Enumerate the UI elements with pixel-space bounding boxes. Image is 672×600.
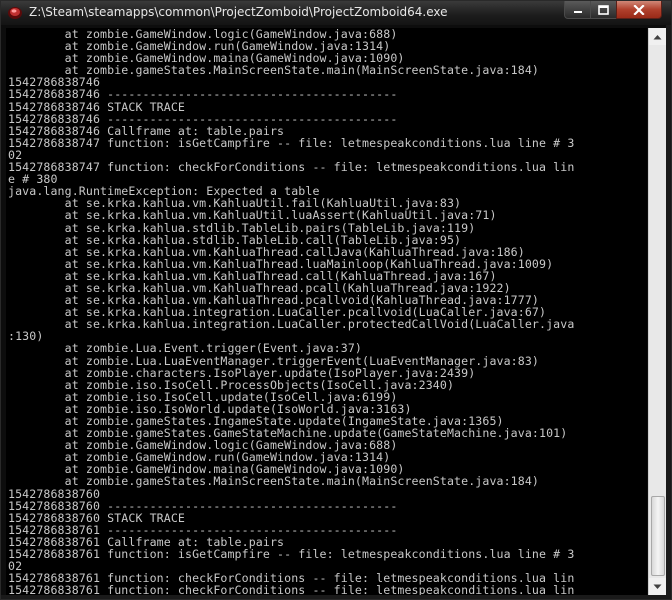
window-title: Z:\Steam\steamapps\common\ProjectZomboid… (29, 5, 448, 19)
close-icon (633, 4, 645, 15)
console-line: at se.krka.kahlua.stdlib.TableLib.pairs(… (8, 220, 476, 235)
vertical-scrollbar[interactable] (648, 28, 666, 595)
console-line: 1542786838760 --------------------------… (8, 498, 398, 513)
console-line: 1542786838761 function: isGetCampfire --… (8, 547, 575, 562)
console-area[interactable]: at zombie.GameWindow.logic(GameWindow.ja… (6, 28, 647, 595)
maximize-icon (598, 4, 609, 15)
maximize-button[interactable] (590, 1, 617, 19)
title-bar[interactable]: Z:\Steam\steamapps\common\ProjectZomboid… (1, 1, 671, 25)
console-line: 1542786838746 --------------------------… (8, 87, 398, 102)
window-frame-right (666, 25, 671, 599)
project-zomboid-app-icon (8, 7, 22, 19)
scroll-up-button[interactable] (649, 28, 666, 45)
window-frame-bottom (1, 595, 671, 599)
console-line: at se.krka.kahlua.integration.LuaCaller.… (8, 317, 575, 332)
console-line: 1542786838747 function: isGetCampfire --… (8, 135, 575, 150)
console-line: at zombie.gameStates.MainScreenState.mai… (8, 474, 540, 489)
console-line: 1542786838760 (8, 486, 101, 501)
scroll-up-arrow-icon (653, 34, 662, 39)
console-line: at zombie.characters.IsoPlayer.update(Is… (8, 365, 476, 380)
scrollbar-thumb[interactable] (651, 496, 665, 576)
console-line: at se.krka.kahlua.stdlib.TableLib.call(T… (8, 232, 462, 247)
console-line: at zombie.gameStates.MainScreenState.mai… (8, 63, 540, 78)
console-output: at zombie.GameWindow.logic(GameWindow.ja… (8, 28, 645, 595)
console-line: 1542786838747 function: checkForConditio… (8, 160, 575, 175)
console-line: 1542786838761 function: checkForConditio… (8, 583, 575, 595)
console-line: at se.krka.kahlua.vm.KahluaThread.callJa… (8, 244, 525, 259)
minimize-button[interactable] (564, 1, 591, 19)
scroll-down-arrow-icon (653, 584, 662, 589)
minimize-icon (573, 10, 582, 13)
console-line: at zombie.Lua.Event.trigger(Event.java:3… (8, 341, 363, 356)
console-line: 1542786838746 --------------------------… (8, 111, 398, 126)
console-line: at zombie.iso.IsoCell.ProcessObjects(Iso… (8, 377, 455, 392)
close-button[interactable] (616, 1, 662, 19)
scroll-down-button[interactable] (649, 578, 666, 595)
console-line: 1542786838746 STACK TRACE (8, 99, 186, 114)
console-line: at zombie.Lua.LuaEventManager.triggerEve… (8, 353, 540, 368)
console-line: at se.krka.kahlua.vm.KahluaUtil.luaAsser… (8, 208, 497, 223)
console-window: Z:\Steam\steamapps\common\ProjectZomboid… (0, 0, 672, 600)
